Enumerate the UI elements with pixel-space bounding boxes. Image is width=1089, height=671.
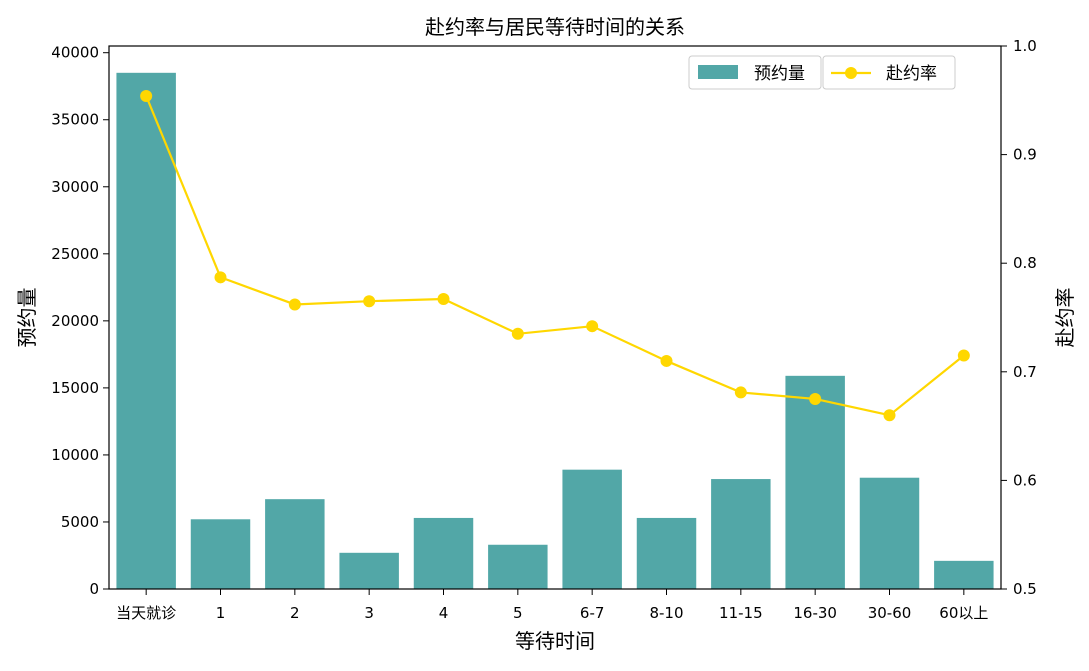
- line-point-4: [437, 293, 450, 306]
- y-left-tick-label: 0: [89, 580, 99, 598]
- bar-1: [190, 519, 251, 589]
- bar-6: [562, 469, 622, 589]
- legend-swatch-bars: [698, 65, 738, 79]
- y-left-tick-label: 15000: [51, 379, 99, 397]
- bar-11: [934, 560, 994, 589]
- x-tick-label: 当天就诊: [116, 604, 176, 622]
- bar-8: [711, 479, 771, 589]
- line-point-10: [883, 409, 896, 422]
- y-right-tick-label: 1.0: [1013, 37, 1037, 55]
- legend-swatch-marker: [845, 67, 857, 79]
- x-tick-label: 11-15: [719, 604, 763, 622]
- y-left-axis-title: 预约量: [15, 288, 39, 348]
- x-tick-label: 4: [439, 604, 449, 622]
- attendance-rate-line: [145, 95, 965, 417]
- chart-svg: 赴约率与居民等待时间的关系 等待时间 预约量 赴约率 0500010000150…: [15, 15, 1077, 653]
- line-point-7: [660, 354, 673, 367]
- x-tick-label: 3: [364, 604, 374, 622]
- x-tick-label: 5: [513, 604, 523, 622]
- chart-title: 赴约率与居民等待时间的关系: [425, 15, 685, 39]
- x-tick-label: 60以上: [939, 604, 988, 622]
- line-point-8: [734, 386, 747, 399]
- line-point-1: [214, 271, 227, 284]
- line-point-9: [809, 392, 822, 405]
- y-right-tick-label: 0.7: [1013, 363, 1037, 381]
- legend: 预约量 赴约率: [688, 55, 956, 90]
- x-tick-label: 6-7: [580, 604, 605, 622]
- x-axis-title: 等待时间: [515, 629, 595, 653]
- y-left-tick-label: 30000: [51, 178, 99, 196]
- line-layer: [140, 89, 970, 422]
- legend-label-line: 赴约率: [886, 64, 937, 84]
- y-right-axis-title: 赴约率: [1053, 288, 1077, 348]
- bar-4: [413, 517, 474, 589]
- bar-0: [116, 72, 176, 589]
- y-right-tick-label: 0.9: [1013, 146, 1037, 164]
- line-point-2: [288, 298, 301, 311]
- x-tick-label: 2: [290, 604, 300, 622]
- y-right-tick-label: 0.5: [1013, 580, 1037, 598]
- y-left-tick-label: 35000: [51, 111, 99, 129]
- bar-9: [785, 375, 845, 589]
- y-right-tick-label: 0.6: [1013, 471, 1037, 489]
- line-point-5: [511, 327, 524, 340]
- y-left-tick-label: 10000: [51, 446, 99, 464]
- bar-7: [636, 517, 697, 589]
- line-point-3: [363, 295, 376, 308]
- y-left-tick-label: 20000: [51, 312, 99, 330]
- bar-2: [265, 499, 325, 589]
- x-tick-label: 16-30: [793, 604, 837, 622]
- bar-10: [859, 477, 920, 589]
- bar-3: [339, 552, 399, 589]
- line-point-11: [957, 349, 970, 362]
- x-tick-label: 8-10: [649, 604, 683, 622]
- y-left-tick-label: 5000: [61, 513, 99, 531]
- chart-container: 赴约率与居民等待时间的关系 等待时间 预约量 赴约率 0 5000 10000 150…: [0, 0, 1089, 667]
- line-point-6: [586, 320, 599, 333]
- x-tick-label: 30-60: [868, 604, 912, 622]
- bar-5: [488, 544, 548, 589]
- line-point-0: [140, 89, 153, 102]
- x-tick-label: 1: [216, 604, 226, 622]
- y-left-tick-label: 40000: [51, 44, 99, 62]
- legend-label-bars: 预约量: [754, 64, 805, 84]
- y-right-tick-label: 0.8: [1013, 254, 1037, 272]
- y-left-tick-label: 25000: [51, 245, 99, 263]
